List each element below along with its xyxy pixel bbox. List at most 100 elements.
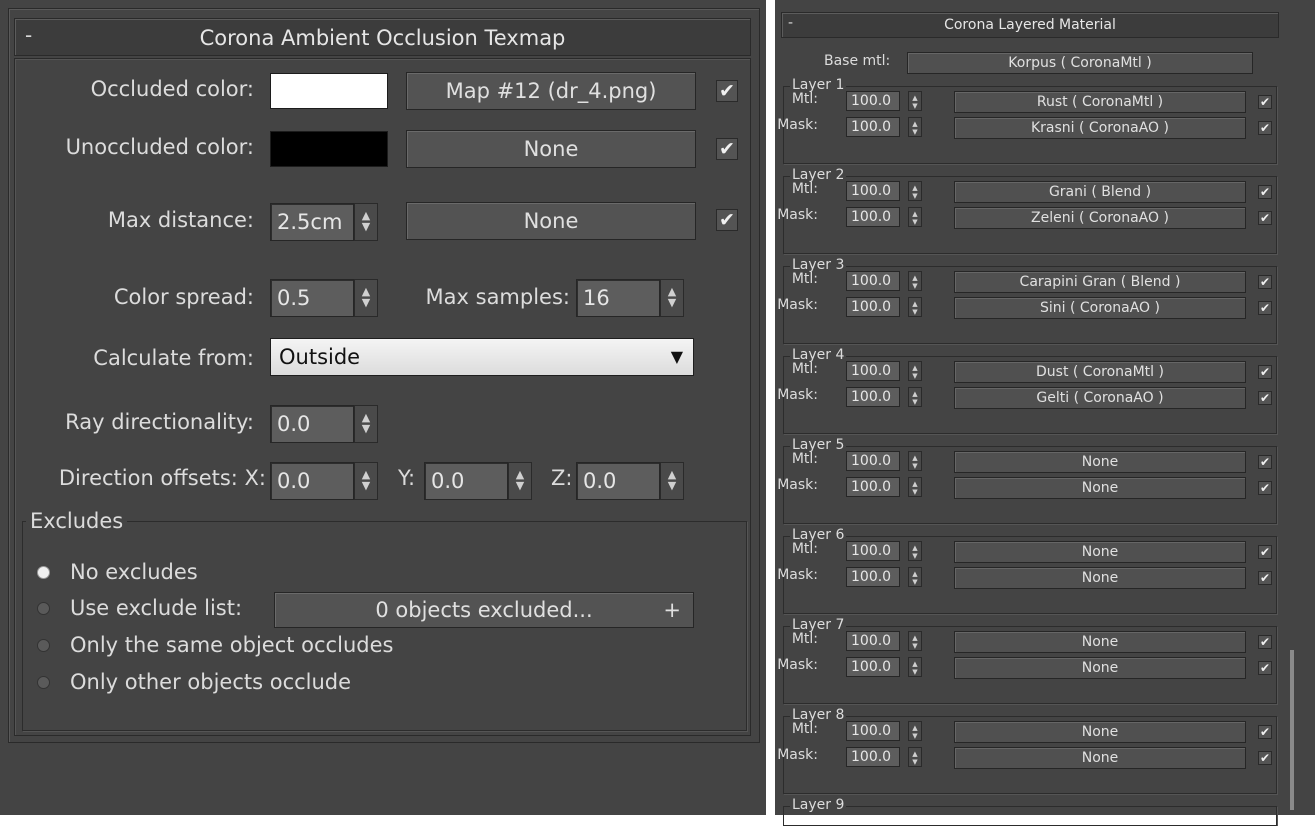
occluded-map-button[interactable]: Map #12 (dr_4.png) xyxy=(406,72,696,110)
mask-amount-spinner-icon[interactable]: ▲ ▼ xyxy=(908,387,922,407)
mask-amount-spinner-icon[interactable]: ▲ ▼ xyxy=(908,297,922,317)
offset-x-input[interactable]: 0.0 xyxy=(270,462,354,500)
ray-directionality-input[interactable]: 0.0 xyxy=(270,405,354,443)
mtl-amount-input[interactable]: 100.0 xyxy=(846,361,900,381)
mtl-amount-input[interactable]: 100.0 xyxy=(846,721,900,741)
mask-amount-input[interactable]: 100.0 xyxy=(846,387,900,407)
unoccluded-map-checkbox[interactable]: ✔ xyxy=(716,138,738,160)
mtl-checkbox[interactable]: ✔ xyxy=(1258,95,1272,109)
mask-amount-input[interactable]: 100.0 xyxy=(846,207,900,227)
mtl-map-button[interactable]: Carapini Gran ( Blend ) xyxy=(954,271,1246,293)
radio-other-objects[interactable] xyxy=(37,676,50,689)
mask-amount-input[interactable]: 100.0 xyxy=(846,297,900,317)
mtl-amount-spinner-icon[interactable]: ▲ ▼ xyxy=(908,91,922,111)
plus-icon[interactable]: + xyxy=(663,593,681,627)
mtl-amount-input[interactable]: 100.0 xyxy=(846,181,900,201)
mask-amount-spinner-icon[interactable]: ▲ ▼ xyxy=(908,567,922,587)
max-distance-input[interactable]: 2.5cm xyxy=(270,203,354,241)
max-distance-map-checkbox[interactable]: ✔ xyxy=(716,209,738,231)
mask-map-button[interactable]: Sini ( CoronaAO ) xyxy=(954,297,1246,319)
mask-map-button[interactable]: None xyxy=(954,567,1246,589)
mtl-amount-spinner-icon[interactable]: ▲ ▼ xyxy=(908,181,922,201)
mask-amount-spinner-icon[interactable]: ▲ ▼ xyxy=(908,657,922,677)
mtl-amount-spinner-icon[interactable]: ▲ ▼ xyxy=(908,451,922,471)
base-mtl-button[interactable]: Korpus ( CoronaMtl ) xyxy=(907,52,1253,74)
mask-amount-spinner-icon[interactable]: ▲ ▼ xyxy=(908,207,922,227)
mtl-map-button[interactable]: Grani ( Blend ) xyxy=(954,181,1246,203)
mtl-map-button[interactable]: Dust ( CoronaMtl ) xyxy=(954,361,1246,383)
max-samples-label: Max samples: xyxy=(425,285,570,309)
radio-no-excludes[interactable] xyxy=(37,566,50,579)
mask-amount-input[interactable]: 100.0 xyxy=(846,117,900,137)
mtl-amount-input[interactable]: 100.0 xyxy=(846,631,900,651)
mtl-amount-input[interactable]: 100.0 xyxy=(846,451,900,471)
max-samples-spinner-icon[interactable]: ▲ ▼ xyxy=(660,279,684,317)
max-samples-input[interactable]: 16 xyxy=(576,279,660,317)
color-spread-input[interactable]: 0.5 xyxy=(270,279,354,317)
mtl-amount-input[interactable]: 100.0 xyxy=(846,91,900,111)
mask-amount-input[interactable]: 100.0 xyxy=(846,657,900,677)
color-spread-spinner-icon[interactable]: ▲ ▼ xyxy=(354,279,378,317)
mask-checkbox[interactable]: ✔ xyxy=(1258,121,1272,135)
max-distance-spinner-icon[interactable]: ▲ ▼ xyxy=(354,203,378,241)
ao-rollout-header[interactable]: - Corona Ambient Occlusion Texmap xyxy=(14,18,751,56)
mtl-map-button[interactable]: None xyxy=(954,541,1246,563)
mask-checkbox[interactable]: ✔ xyxy=(1258,391,1272,405)
mtl-amount-input[interactable]: 100.0 xyxy=(846,541,900,561)
mtl-amount-input[interactable]: 100.0 xyxy=(846,271,900,291)
image-separator xyxy=(766,0,775,815)
mask-map-button[interactable]: None xyxy=(954,747,1246,769)
mask-amount-input[interactable]: 100.0 xyxy=(846,477,900,497)
mask-checkbox[interactable]: ✔ xyxy=(1258,301,1272,315)
mtl-label: Mtl: xyxy=(791,181,818,197)
mtl-map-button[interactable]: None xyxy=(954,721,1246,743)
offset-z-spinner-icon[interactable]: ▲ ▼ xyxy=(660,462,684,500)
mask-amount-spinner-icon[interactable]: ▲ ▼ xyxy=(908,117,922,137)
unoccluded-map-button[interactable]: None xyxy=(406,130,696,168)
mask-map-button[interactable]: Zeleni ( CoronaAO ) xyxy=(954,207,1246,229)
offset-y-input[interactable]: 0.0 xyxy=(424,462,508,500)
layered-rollout-header[interactable]: - Corona Layered Material xyxy=(781,12,1279,38)
mask-checkbox[interactable]: ✔ xyxy=(1258,481,1272,495)
mask-checkbox[interactable]: ✔ xyxy=(1258,751,1272,765)
mtl-checkbox[interactable]: ✔ xyxy=(1258,635,1272,649)
mask-checkbox[interactable]: ✔ xyxy=(1258,571,1272,585)
mask-map-button[interactable]: Gelti ( CoronaAO ) xyxy=(954,387,1246,409)
occluded-map-checkbox[interactable]: ✔ xyxy=(716,80,738,102)
exclude-list-button[interactable]: 0 objects excluded... + xyxy=(274,592,694,628)
mtl-amount-spinner-icon[interactable]: ▲ ▼ xyxy=(908,721,922,741)
mtl-checkbox[interactable]: ✔ xyxy=(1258,185,1272,199)
unoccluded-color-swatch[interactable] xyxy=(270,131,388,167)
offset-y-spinner-icon[interactable]: ▲ ▼ xyxy=(508,462,532,500)
mask-map-button[interactable]: Krasni ( CoronaAO ) xyxy=(954,117,1246,139)
mtl-amount-spinner-icon[interactable]: ▲ ▼ xyxy=(908,271,922,291)
mask-amount-spinner-icon[interactable]: ▲ ▼ xyxy=(908,747,922,767)
mtl-checkbox[interactable]: ✔ xyxy=(1258,545,1272,559)
radio-use-exclude-list[interactable] xyxy=(37,602,50,615)
mtl-checkbox[interactable]: ✔ xyxy=(1258,275,1272,289)
mask-amount-input[interactable]: 100.0 xyxy=(846,747,900,767)
occluded-color-swatch[interactable] xyxy=(270,73,388,109)
mtl-checkbox[interactable]: ✔ xyxy=(1258,455,1272,469)
mtl-checkbox[interactable]: ✔ xyxy=(1258,725,1272,739)
mask-checkbox[interactable]: ✔ xyxy=(1258,211,1272,225)
mtl-amount-spinner-icon[interactable]: ▲ ▼ xyxy=(908,541,922,561)
mask-map-button[interactable]: None xyxy=(954,657,1246,679)
mtl-amount-spinner-icon[interactable]: ▲ ▼ xyxy=(908,361,922,381)
offset-x-spinner-icon[interactable]: ▲ ▼ xyxy=(354,462,378,500)
mtl-checkbox[interactable]: ✔ xyxy=(1258,365,1272,379)
mask-map-button[interactable]: None xyxy=(954,477,1246,499)
max-distance-map-button[interactable]: None xyxy=(406,202,696,240)
mtl-map-button[interactable]: None xyxy=(954,451,1246,473)
scrollbar[interactable] xyxy=(1290,650,1294,810)
mask-amount-spinner-icon[interactable]: ▲ ▼ xyxy=(908,477,922,497)
calculate-from-dropdown[interactable]: Outside ▼ xyxy=(270,338,694,376)
mtl-map-button[interactable]: Rust ( CoronaMtl ) xyxy=(954,91,1246,113)
offset-z-input[interactable]: 0.0 xyxy=(576,462,660,500)
radio-same-object[interactable] xyxy=(37,639,50,652)
ray-directionality-spinner-icon[interactable]: ▲ ▼ xyxy=(354,405,378,443)
mtl-amount-spinner-icon[interactable]: ▲ ▼ xyxy=(908,631,922,651)
mask-amount-input[interactable]: 100.0 xyxy=(846,567,900,587)
mtl-map-button[interactable]: None xyxy=(954,631,1246,653)
mask-checkbox[interactable]: ✔ xyxy=(1258,661,1272,675)
